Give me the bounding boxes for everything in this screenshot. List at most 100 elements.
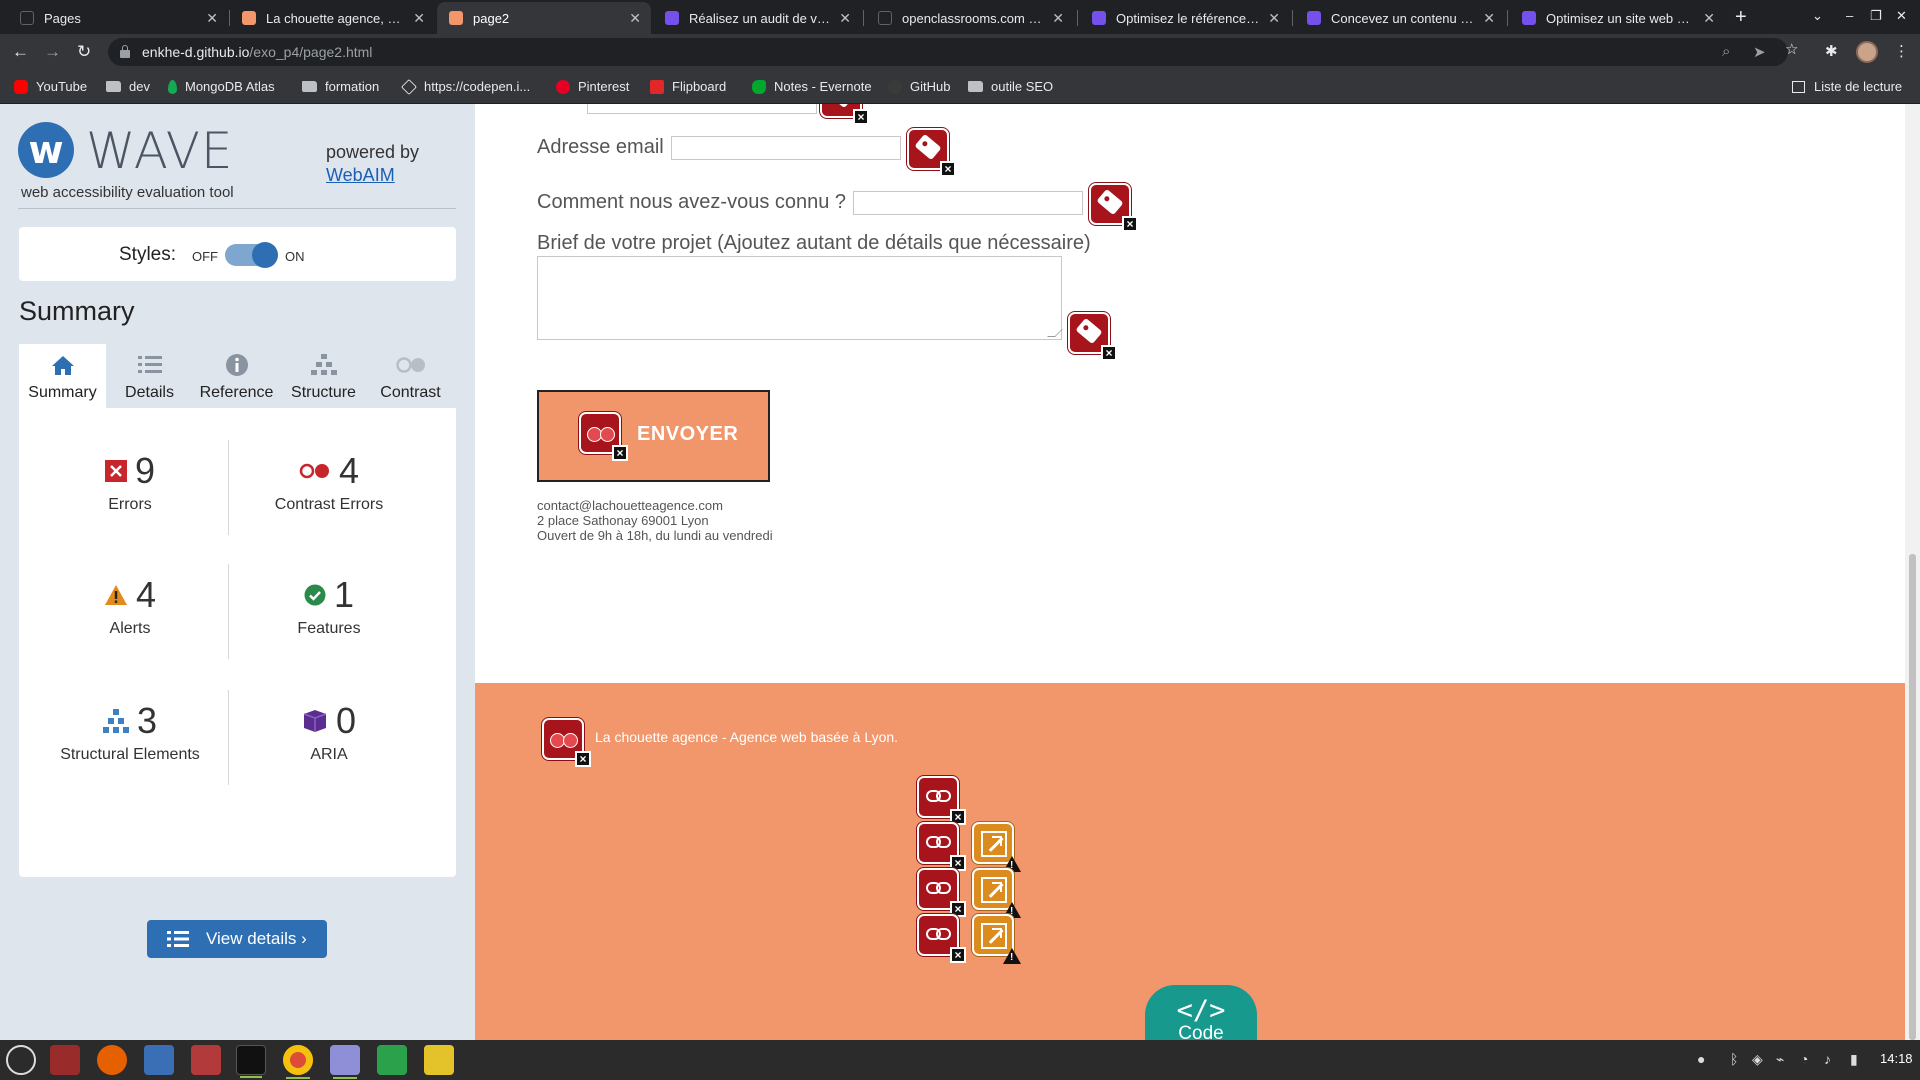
bookmark-youtube[interactable]: YouTube bbox=[14, 79, 87, 94]
browser-tab[interactable]: Pages ✕ bbox=[8, 2, 228, 34]
tab-structure[interactable]: Structure bbox=[280, 344, 367, 408]
close-icon[interactable]: ✕ bbox=[839, 10, 851, 27]
bookmark-star-icon[interactable]: ☆ bbox=[1785, 40, 1798, 58]
email-field[interactable] bbox=[671, 136, 901, 160]
tab-search-icon[interactable]: ⌄ bbox=[1812, 8, 1823, 24]
bookmark-codepen[interactable]: https://codepen.i... bbox=[401, 78, 530, 95]
terminal-icon[interactable] bbox=[236, 1045, 266, 1078]
close-icon[interactable]: ✕ bbox=[629, 10, 641, 27]
reading-list[interactable]: Liste de lecture bbox=[1792, 79, 1902, 94]
bookmark-pinterest[interactable]: Pinterest bbox=[556, 79, 629, 94]
empty-link-icon[interactable]: × bbox=[917, 776, 966, 825]
back-icon[interactable]: ← bbox=[12, 42, 29, 62]
spreadsheet-icon[interactable] bbox=[377, 1045, 407, 1075]
text-editor-icon[interactable] bbox=[330, 1045, 360, 1079]
new-tab-icon[interactable]: + bbox=[1735, 6, 1747, 29]
tab-reference[interactable]: Reference bbox=[193, 344, 280, 408]
bookmark-mongodb[interactable]: MongoDB Atlas bbox=[168, 79, 275, 94]
minimize-icon[interactable]: – bbox=[1846, 8, 1853, 23]
home-icon bbox=[19, 353, 106, 377]
tab-summary[interactable]: Summary bbox=[19, 344, 106, 408]
new-window-alert-icon[interactable]: ! bbox=[972, 822, 1021, 872]
close-icon[interactable]: ✕ bbox=[413, 10, 425, 27]
bluetooth-icon[interactable]: ᛒ bbox=[1730, 1051, 1738, 1067]
tab-title: La chouette agence, agence web bbox=[266, 10, 405, 26]
new-window-alert-icon[interactable]: ! bbox=[972, 868, 1021, 918]
tab-strip: Pages ✕ La chouette agence, agence web ✕… bbox=[0, 0, 1920, 34]
missing-label-icon[interactable]: × bbox=[820, 104, 869, 125]
close-icon[interactable]: ✕ bbox=[1703, 10, 1715, 27]
aria-cube-icon bbox=[303, 710, 327, 732]
wifi-icon[interactable]: ◔ bbox=[1800, 1051, 1808, 1067]
browser-tab[interactable]: Réalisez un audit de votre site ✕ bbox=[653, 2, 861, 34]
page-scrollbar[interactable] bbox=[1905, 104, 1920, 1040]
bookmark-flipboard[interactable]: Flipboard bbox=[650, 79, 726, 94]
browser-tab[interactable]: Optimisez un site web existant ✕ bbox=[1510, 2, 1725, 34]
stat-alerts[interactable]: 4 Alerts bbox=[30, 574, 230, 638]
bookmark-formation[interactable]: formation bbox=[302, 79, 379, 94]
missing-label-icon[interactable]: × bbox=[1089, 183, 1138, 232]
menu-icon[interactable]: ⋮ bbox=[1894, 42, 1909, 60]
browser-tab[interactable]: Concevez un contenu web ✕ bbox=[1295, 2, 1505, 34]
empty-link-icon[interactable]: × bbox=[917, 822, 966, 871]
styles-toggle[interactable] bbox=[225, 242, 278, 268]
presentation-icon[interactable] bbox=[424, 1045, 454, 1075]
forward-icon[interactable]: → bbox=[44, 42, 61, 62]
chrome-icon[interactable] bbox=[283, 1045, 313, 1079]
mint-menu-icon[interactable] bbox=[6, 1045, 36, 1075]
profile-avatar[interactable] bbox=[1856, 41, 1878, 63]
stat-structural-elements[interactable]: 3 Structural Elements bbox=[30, 700, 230, 764]
webaim-link[interactable]: WebAIM bbox=[326, 165, 395, 186]
notifications-icon[interactable]: ● bbox=[1697, 1051, 1705, 1067]
maximize-icon[interactable]: ❐ bbox=[1870, 8, 1882, 24]
contrast-error-icon[interactable]: × bbox=[579, 412, 628, 461]
bookmark-github[interactable]: GitHub bbox=[888, 79, 950, 94]
clock[interactable]: 14:18 bbox=[1880, 1051, 1913, 1066]
stat-features[interactable]: 1 Features bbox=[229, 574, 429, 638]
footer-text: La chouette agence - Agence web basée à … bbox=[595, 729, 899, 745]
empty-link-icon[interactable]: × bbox=[917, 914, 966, 963]
close-icon[interactable]: ✕ bbox=[206, 10, 218, 27]
new-window-alert-icon[interactable]: ! bbox=[972, 914, 1021, 964]
mail-icon[interactable] bbox=[144, 1045, 174, 1075]
browser-tab[interactable]: Optimisez le référencement ✕ bbox=[1080, 2, 1290, 34]
stat-errors[interactable]: 9 Errors bbox=[30, 450, 230, 514]
name-field[interactable] bbox=[587, 104, 817, 114]
shield-icon[interactable]: ◈ bbox=[1752, 1051, 1763, 1068]
extensions-icon[interactable]: ✱ bbox=[1825, 42, 1838, 60]
send-icon[interactable]: ➤ bbox=[1753, 43, 1766, 61]
tab-contrast[interactable]: Contrast bbox=[367, 344, 454, 408]
missing-label-icon[interactable]: × bbox=[1068, 312, 1117, 361]
network-icon[interactable]: ⌁ bbox=[1776, 1051, 1784, 1068]
source-field[interactable] bbox=[853, 191, 1083, 215]
browser-tab[interactable]: La chouette agence, agence web ✕ bbox=[230, 2, 435, 34]
volume-icon[interactable]: ♪ bbox=[1824, 1051, 1831, 1067]
folder-icon[interactable] bbox=[191, 1045, 221, 1075]
stat-aria[interactable]: 0 ARIA bbox=[229, 700, 429, 764]
stat-contrast-errors[interactable]: 4 Contrast Errors bbox=[229, 450, 429, 514]
bookmark-outile-seo[interactable]: outile SEO bbox=[968, 79, 1053, 94]
contrast-error-icon[interactable]: × bbox=[542, 718, 591, 767]
scrollbar-thumb[interactable] bbox=[1909, 554, 1916, 1040]
screen: Pages ✕ La chouette agence, agence web ✕… bbox=[0, 0, 1920, 1080]
browser-tab-active[interactable]: page2 ✕ bbox=[437, 2, 651, 34]
close-icon[interactable]: ✕ bbox=[1052, 10, 1064, 27]
tab-details[interactable]: Details bbox=[106, 344, 193, 408]
close-icon[interactable]: ✕ bbox=[1268, 10, 1280, 27]
address-bar[interactable]: enkhe-d.github.io/exo_p4/page2.html ⌕ ➤ bbox=[108, 38, 1788, 66]
bookmark-dev[interactable]: dev bbox=[106, 79, 150, 94]
close-icon[interactable]: ✕ bbox=[1483, 10, 1495, 27]
view-details-button[interactable]: View details › bbox=[147, 920, 327, 958]
file-manager-icon[interactable] bbox=[50, 1045, 80, 1075]
battery-icon[interactable]: ▮ bbox=[1850, 1051, 1858, 1068]
zoom-icon[interactable]: ⌕ bbox=[1722, 43, 1730, 60]
reload-icon[interactable]: ↻ bbox=[77, 42, 91, 62]
empty-link-icon[interactable]: × bbox=[917, 868, 966, 917]
bookmark-evernote[interactable]: Notes - Evernote bbox=[752, 79, 872, 94]
browser-tab[interactable]: openclassrooms.com - Site ✕ bbox=[866, 2, 1074, 34]
close-window-icon[interactable]: ✕ bbox=[1896, 8, 1907, 24]
firefox-icon[interactable] bbox=[97, 1045, 127, 1075]
missing-label-icon[interactable]: × bbox=[907, 128, 956, 177]
brief-textarea[interactable] bbox=[537, 256, 1063, 340]
send-button[interactable]: × ENVOYER bbox=[537, 390, 770, 482]
